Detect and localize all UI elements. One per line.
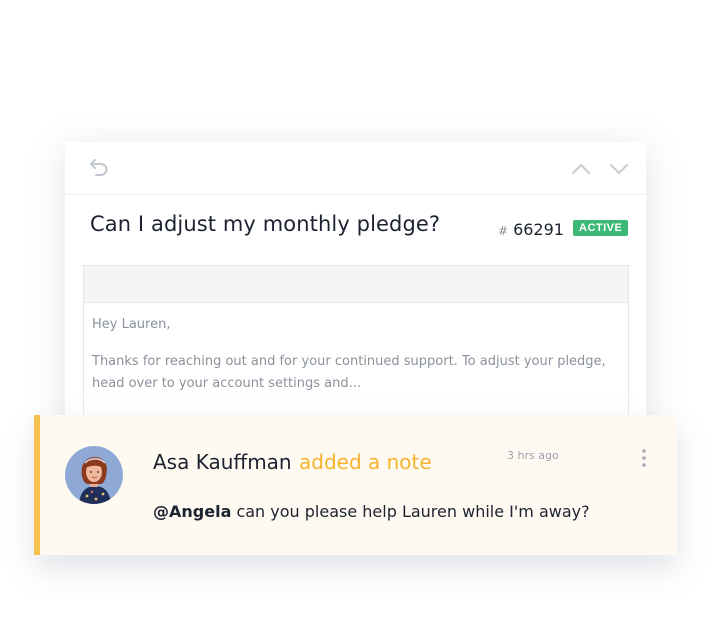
chevron-down-icon[interactable] — [608, 158, 630, 180]
note-timestamp: 3 hrs ago — [507, 449, 559, 462]
message-body: Thanks for reaching out and for your con… — [92, 354, 606, 391]
message-header — [84, 266, 628, 303]
ticket-number-prefix: # — [498, 224, 509, 238]
internal-note-card: Asa Kauffman added a note 3 hrs ago @Ang… — [34, 415, 677, 555]
chevron-up-icon[interactable] — [570, 158, 592, 180]
note-action: added a note — [299, 450, 432, 474]
note-author: Asa Kauffman — [153, 450, 292, 474]
ticket-number: #66291 — [498, 220, 564, 239]
note-text: @Angela can you please help Lauren while… — [153, 502, 590, 521]
note-message: can you please help Lauren while I'm awa… — [231, 502, 590, 521]
ticket-toolbar — [65, 142, 646, 195]
more-vertical-icon[interactable] — [636, 447, 652, 469]
status-badge: ACTIVE — [573, 220, 629, 236]
page: Can I adjust my monthly pledge? #66291 A… — [0, 0, 712, 636]
ticket-subject: Can I adjust my monthly pledge? — [90, 212, 441, 236]
message-greeting: Hey Lauren, — [92, 317, 171, 332]
mention-link[interactable]: @Angela — [153, 502, 231, 521]
ticket-number-value: 66291 — [513, 220, 564, 239]
ticket-card: Can I adjust my monthly pledge? #66291 A… — [65, 142, 646, 442]
undo-arrow-icon[interactable] — [87, 156, 111, 180]
avatar[interactable] — [65, 446, 123, 504]
